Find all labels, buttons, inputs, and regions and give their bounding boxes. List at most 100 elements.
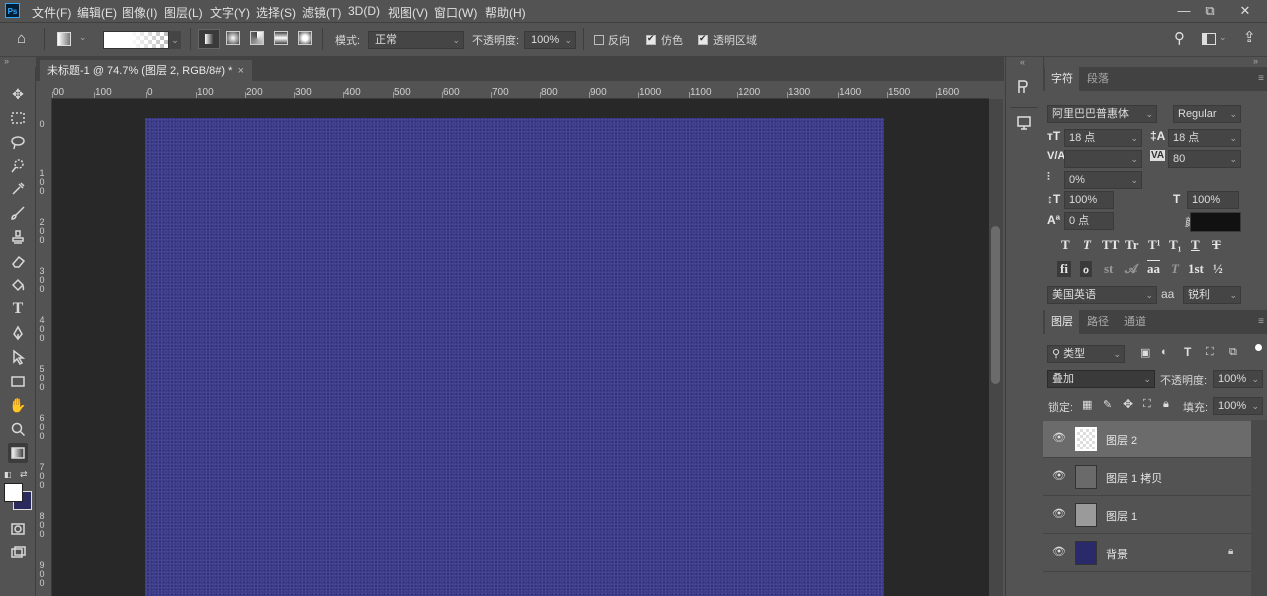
visibility-eye-icon[interactable]: 👁︎ [1052,509,1066,520]
diamond-gradient-button[interactable] [298,31,312,45]
toolbar-collapse-strip[interactable]: » [0,56,35,67]
antialias-dropdown[interactable]: 锐利 ⌄ [1183,286,1241,304]
move-tool-icon[interactable]: ✥ [8,84,28,104]
menu-window[interactable]: 窗口(W) [434,4,477,21]
dither-checkbox[interactable] [646,33,656,45]
layer-row[interactable]: 👁︎ 图层 2 [1043,421,1251,458]
all-caps-button[interactable]: TT [1102,237,1119,253]
language-dropdown[interactable]: 美国英语 ⌄ [1047,286,1157,304]
ordinals-button[interactable]: 1st [1188,261,1204,277]
underline-button[interactable]: T [1191,237,1200,253]
paragraph-panel-icon[interactable] [1015,79,1033,97]
quick-mask-icon[interactable] [8,519,28,539]
kerning-field[interactable]: ⌄ [1064,150,1142,168]
menu-layer[interactable]: 图层(L) [164,4,203,21]
paint-bucket-tool-icon[interactable] [8,275,28,295]
clone-stamp-tool-icon[interactable] [8,227,28,247]
superscript-button[interactable]: T¹ [1148,237,1161,253]
panel-menu-icon[interactable]: ≡ [1258,73,1264,84]
angle-gradient-button[interactable] [250,31,264,45]
swash-button[interactable]: 𝒜 [1125,261,1137,277]
foreground-color-swatch[interactable] [4,483,23,502]
menu-help[interactable]: 帮助(H) [485,4,526,21]
double-chevron-icon[interactable]: « [1020,57,1025,67]
menu-view[interactable]: 视图(V) [388,4,428,21]
visibility-eye-icon[interactable]: 👁︎ [1052,433,1066,444]
visibility-eye-icon[interactable]: 👁︎ [1052,471,1066,482]
tsume-field[interactable]: 0% ⌄ [1064,171,1142,189]
menu-image[interactable]: 图像(I) [122,4,157,21]
tab-channels[interactable]: 通道 [1118,310,1152,334]
ligatures-button[interactable]: fi [1057,261,1071,277]
radial-gradient-button[interactable] [226,31,240,45]
close-tab-icon[interactable]: × [238,60,244,82]
fractions-button[interactable]: ½ [1213,261,1223,277]
baseline-shift-field[interactable]: 0 点 [1064,212,1114,230]
lock-transparent-pixels-icon[interactable]: ▦ [1082,398,1092,411]
filter-type-icon[interactable]: T [1184,345,1191,359]
vertical-ruler[interactable]: 0 100 200 300 400 500 600 700 800 900 [36,98,52,596]
leading-field[interactable]: 18 点 ⌄ [1168,129,1241,147]
reflected-gradient-button[interactable] [274,31,288,45]
chevron-down-icon[interactable]: ⌄ [79,32,87,43]
contextual-alternates-button[interactable]: ℴ [1080,261,1093,277]
menu-edit[interactable]: 编辑(E) [77,4,117,21]
character-panel-icon[interactable] [1015,115,1033,133]
menu-filter[interactable]: 滤镜(T) [302,4,341,21]
tab-paths[interactable]: 路径 [1081,310,1115,334]
horizontal-scale-field[interactable]: 100% [1187,191,1239,209]
lock-all-icon[interactable]: 🔒︎ [1163,398,1169,411]
brush-tool-icon[interactable] [8,203,28,223]
filter-shape-icon[interactable]: ⛶ [1206,346,1214,359]
double-chevron-icon[interactable]: » [1253,56,1258,66]
scrollbar-thumb[interactable] [991,226,1000,384]
tracking-field[interactable]: 80 ⌄ [1168,150,1241,168]
tab-paragraph[interactable]: 段落 [1081,67,1115,91]
document-canvas[interactable] [145,118,884,596]
eyedropper-tool-icon[interactable] [8,179,28,199]
layers-scrollbar[interactable] [1251,420,1267,596]
small-caps-button[interactable]: Tr [1125,237,1138,253]
eraser-tool-icon[interactable] [8,251,28,271]
menu-3d[interactable]: 3D(D) [348,4,380,18]
screen-mode-icon[interactable] [8,543,28,563]
discretionary-ligatures-button[interactable]: st [1104,261,1113,277]
swap-colors-icon[interactable]: ⇄ [20,469,28,480]
restore-button[interactable]: ⧉ [1200,2,1220,20]
lasso-tool-icon[interactable] [8,132,28,152]
faux-bold-button[interactable]: T [1061,237,1070,253]
linear-gradient-button[interactable] [198,29,220,49]
layer-row[interactable]: 👁︎ 图层 1 [1043,497,1251,534]
font-size-field[interactable]: 18 点 ⌄ [1064,129,1142,147]
path-selection-tool-icon[interactable] [8,347,28,367]
subscript-button[interactable]: T₁ [1169,237,1182,253]
stylistic-alternates-button[interactable]: aa [1147,261,1160,277]
lock-image-pixels-icon[interactable]: ✎ [1103,398,1112,411]
filter-smart-object-icon[interactable]: ⧉ [1229,346,1237,359]
font-family-dropdown[interactable]: 阿里巴巴普惠体 ⌄ [1047,105,1157,123]
gradient-picker[interactable] [103,31,169,49]
layer-opacity-field[interactable]: 100% ⌄ [1213,370,1263,388]
titling-alternates-button[interactable]: T [1171,261,1179,277]
font-style-dropdown[interactable]: Regular ⌄ [1173,105,1241,123]
filter-toggle-icon[interactable] [1255,344,1262,351]
document-tab[interactable]: 未标题-1 @ 74.7% (图层 2, RGB/8#) * × [40,60,252,82]
vertical-scale-field[interactable]: 100% [1064,191,1114,209]
close-window-button[interactable]: ✕ [1235,2,1255,20]
transparency-checkbox[interactable] [698,33,708,45]
lock-artboard-icon[interactable]: ⛶ [1143,398,1151,411]
menu-select[interactable]: 选择(S) [256,4,296,21]
gradient-picker-dropdown[interactable]: ⌄ [169,31,181,49]
mode-dropdown[interactable]: 正常 ⌄ [368,31,464,49]
faux-italic-button[interactable]: T [1083,237,1091,253]
share-icon[interactable]: ⇪ [1243,28,1256,46]
chevron-down-icon[interactable]: ⌄ [1219,32,1227,43]
menu-type[interactable]: 文字(Y) [210,4,250,21]
type-tool-icon[interactable]: T [8,299,28,319]
menu-file[interactable]: 文件(F) [32,4,71,21]
visibility-eye-icon[interactable]: 👁︎ [1052,547,1066,558]
search-icon[interactable]: ⚲ [1174,29,1185,47]
marquee-tool-icon[interactable] [8,108,28,128]
strikethrough-button[interactable]: T [1212,237,1221,253]
layer-filter-dropdown[interactable]: ⚲ 类型 ⌄ [1047,345,1125,363]
